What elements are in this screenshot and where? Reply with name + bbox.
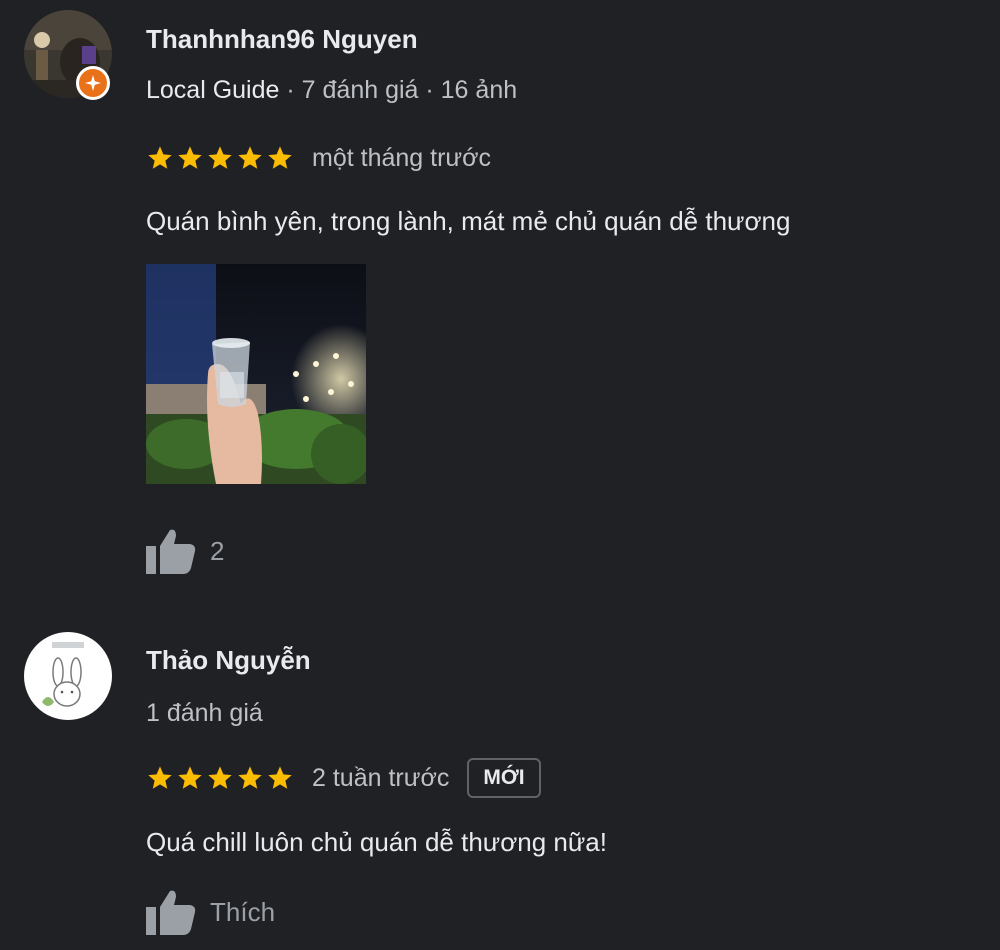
meta-separator: · [279, 76, 302, 104]
local-guide-badge-icon [76, 66, 110, 100]
reviewer-name[interactable]: Thảo Nguyễn [146, 645, 311, 676]
review-count: 7 đánh giá [301, 76, 419, 104]
reviewer-meta: 1 đánh giá [146, 699, 263, 728]
star-icon [208, 146, 232, 169]
star-icon [238, 766, 262, 789]
thumbs-up-icon [146, 529, 196, 574]
like-button[interactable]: Thích [146, 887, 275, 937]
rating-row: 2 tuần trước MỚI [146, 758, 541, 798]
photo-count: 16 ảnh [440, 76, 518, 104]
star-icon [148, 766, 172, 789]
thumbs-up-icon [146, 890, 196, 935]
review-card: Thanhnhan96 Nguyen Local Guide · 7 đánh … [0, 0, 1000, 600]
local-guide-label: Local Guide [146, 76, 280, 104]
review-text: Quá chill luôn chủ quán dễ thương nữa! [146, 827, 607, 857]
new-badge: MỚI [467, 758, 541, 798]
review-text: Quán bình yên, trong lành, mát mẻ chủ qu… [146, 206, 791, 236]
star-icon [268, 146, 292, 169]
star-icon [208, 766, 232, 789]
star-icon [238, 146, 262, 169]
star-icon [268, 766, 292, 789]
like-label: Thích [210, 896, 276, 927]
star-icon [148, 146, 172, 169]
reviewer-meta: Local Guide · 7 đánh giá · 16 ảnh [146, 76, 517, 105]
review-count: 1 đánh giá [146, 699, 263, 727]
like-button[interactable]: 2 [146, 526, 224, 576]
star-rating [146, 764, 294, 792]
review-time: một tháng trước [312, 143, 492, 172]
star-icon [178, 766, 202, 789]
reviewer-name[interactable]: Thanhnhan96 Nguyen [146, 24, 418, 55]
star-rating [146, 144, 294, 172]
review-card: Thảo Nguyễn 1 đánh giá 2 tuần trước MỚI … [0, 600, 1000, 950]
review-time: 2 tuần trước [312, 763, 450, 792]
like-count: 2 [210, 535, 225, 566]
avatar[interactable] [24, 632, 112, 720]
review-photo[interactable] [146, 264, 366, 484]
rating-row: một tháng trước [146, 138, 491, 178]
meta-separator: · [418, 76, 441, 104]
star-icon [178, 146, 202, 169]
